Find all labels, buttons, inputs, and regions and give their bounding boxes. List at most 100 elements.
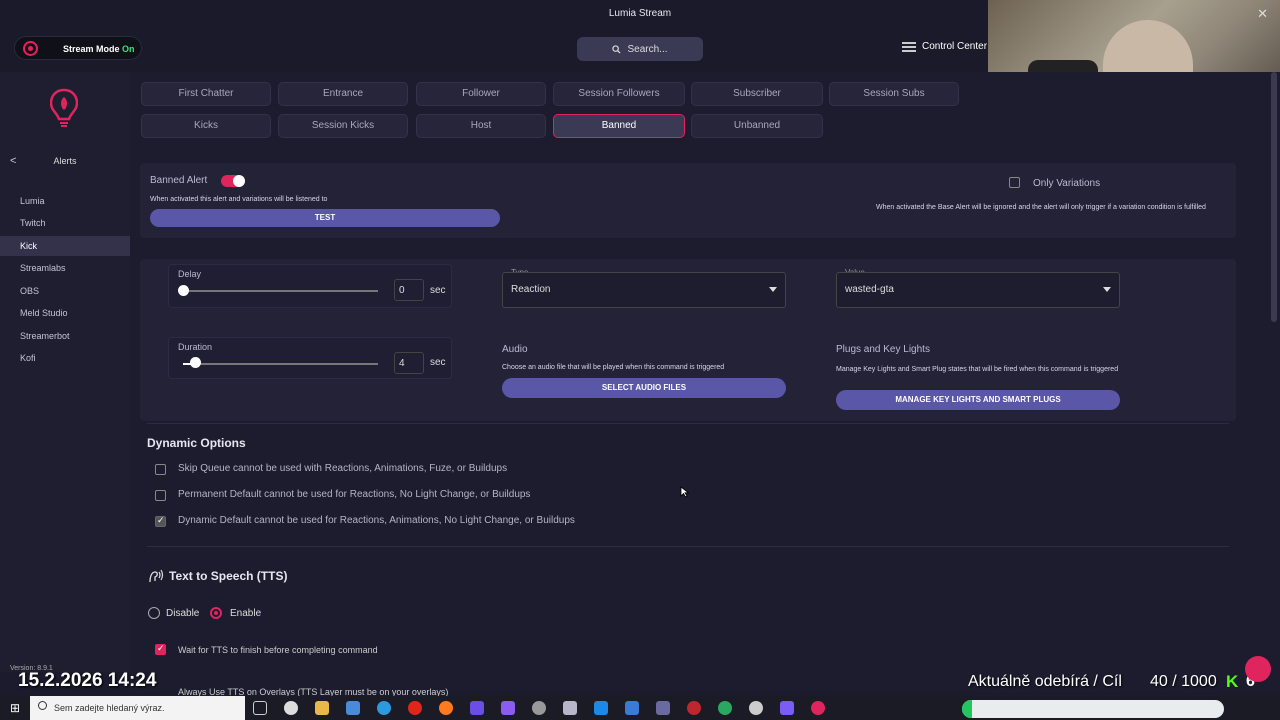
app-icon-4[interactable] <box>532 701 546 715</box>
tab-unbanned[interactable]: Unbanned <box>691 114 823 138</box>
app-icon-7[interactable] <box>625 701 639 715</box>
app-icon-9[interactable] <box>687 701 701 715</box>
tab-subscriber[interactable]: Subscriber <box>691 82 823 106</box>
tts-disable-radio[interactable] <box>148 607 160 619</box>
sidebar-item-streamerbot[interactable]: Streamerbot <box>0 326 130 346</box>
sidebar-title: Alerts <box>53 156 77 166</box>
file-explorer-icon[interactable] <box>315 701 329 715</box>
tts-wait-checkbox[interactable] <box>155 643 166 655</box>
duration-label: Duration <box>178 342 213 352</box>
app-icon-3[interactable] <box>501 701 515 715</box>
mouse-cursor-icon <box>680 486 690 498</box>
manage-key-lights-button[interactable]: MANAGE KEY LIGHTS AND SMART PLUGS <box>836 390 1120 410</box>
task-view-icon[interactable] <box>253 701 267 715</box>
opera-icon[interactable] <box>408 701 422 715</box>
type-select[interactable]: Reaction <box>502 272 786 308</box>
audio-description: Choose an audio file that will be played… <box>502 364 725 371</box>
dynamic-default-checkbox[interactable] <box>155 515 166 527</box>
tab-follower[interactable]: Follower <box>416 82 546 106</box>
chevron-down-icon <box>1103 287 1111 292</box>
app-icon-12[interactable] <box>780 701 794 715</box>
windows-start-icon[interactable]: ⊞ <box>0 696 30 720</box>
tab-session-followers[interactable]: Session Followers <box>553 82 685 106</box>
search-input[interactable]: Search... <box>577 37 703 61</box>
app-icon-11[interactable] <box>749 701 763 715</box>
sidebar-item-lumia[interactable]: Lumia <box>0 191 130 211</box>
kick-icon: K <box>1226 672 1239 691</box>
firefox-icon[interactable] <box>439 701 453 715</box>
speech-icon <box>149 569 164 583</box>
control-center-button[interactable]: Control Center <box>902 41 987 52</box>
delay-input[interactable]: 0 <box>394 279 424 301</box>
tab-kicks[interactable]: Kicks <box>141 114 271 138</box>
chat-bubble-icon[interactable] <box>1245 656 1271 682</box>
stream-mode-label: Stream Mode On <box>63 44 135 54</box>
delay-unit: sec <box>430 285 446 296</box>
sidebar-item-twitch[interactable]: Twitch <box>0 213 130 233</box>
app-icon-1[interactable] <box>284 701 298 715</box>
search-icon <box>38 701 47 710</box>
tab-entrance[interactable]: Entrance <box>278 82 408 106</box>
only-variations-checkbox[interactable] <box>1009 177 1020 188</box>
alert-name-label: Banned Alert <box>150 175 208 186</box>
only-variations-description: When activated the Base Alert will be ig… <box>876 204 1206 211</box>
stream-mode-icon <box>23 41 38 56</box>
sidebar-item-kick[interactable]: Kick <box>0 236 130 256</box>
search-placeholder: Search... <box>627 43 668 55</box>
permanent-default-checkbox[interactable] <box>155 490 166 501</box>
tts-enable-radio[interactable] <box>210 607 222 619</box>
dynamic-options-title: Dynamic Options <box>147 436 246 450</box>
plugs-description: Manage Key Lights and Smart Plug states … <box>836 366 1119 373</box>
divider <box>147 423 1229 424</box>
stream-mode-state: On <box>122 44 135 54</box>
close-icon[interactable]: ✕ <box>1257 6 1268 22</box>
divider <box>147 546 1229 547</box>
tab-banned[interactable]: Banned <box>553 114 685 138</box>
type-value: Reaction <box>511 284 551 295</box>
select-audio-files-button[interactable]: SELECT AUDIO FILES <box>502 378 786 398</box>
app-icon-6[interactable] <box>594 701 608 715</box>
app-icon-10[interactable] <box>718 701 732 715</box>
sidebar-item-streamlabs[interactable]: Streamlabs <box>0 258 130 278</box>
delay-slider-track <box>183 290 378 292</box>
tab-session-subs[interactable]: Session Subs <box>829 82 959 106</box>
test-button[interactable]: TEST <box>150 209 500 227</box>
app-icon-2[interactable] <box>470 701 484 715</box>
only-variations-label: Only Variations <box>1033 178 1101 189</box>
skip-queue-label: Skip Queue cannot be used with Reactions… <box>178 463 508 474</box>
tab-session-kicks[interactable]: Session Kicks <box>278 114 408 138</box>
delay-label: Delay <box>178 269 202 279</box>
delay-slider-thumb[interactable] <box>178 285 189 296</box>
sidebar-item-obs[interactable]: OBS <box>0 281 130 301</box>
tts-wait-label: Wait for TTS to finish before completing… <box>178 645 378 655</box>
tab-first-chatter[interactable]: First Chatter <box>141 82 271 106</box>
tts-title: Text to Speech (TTS) <box>169 569 288 583</box>
tab-host[interactable]: Host <box>416 114 546 138</box>
sidebar-item-kofi[interactable]: Kofi <box>0 348 130 368</box>
lumia-logo <box>50 88 78 127</box>
dynamic-default-label: Dynamic Default cannot be used for React… <box>178 515 575 526</box>
chevron-down-icon <box>769 287 777 292</box>
value-select[interactable]: wasted-gta <box>836 272 1120 308</box>
plugs-label: Plugs and Key Lights <box>836 344 930 355</box>
app-icon-5[interactable] <box>563 701 577 715</box>
stream-mode-toggle[interactable]: Stream Mode On <box>14 36 142 60</box>
control-center-label: Control Center <box>922 41 988 52</box>
subs-progress-bar <box>962 700 1224 718</box>
sidebar-item-meld-studio[interactable]: Meld Studio <box>0 303 130 323</box>
skip-queue-checkbox[interactable] <box>155 464 166 475</box>
alert-enabled-toggle[interactable] <box>221 175 245 187</box>
scrollbar[interactable] <box>1271 72 1277 322</box>
duration-input[interactable]: 4 <box>394 352 424 374</box>
lumia-taskbar-icon[interactable] <box>811 701 825 715</box>
edge-icon[interactable] <box>377 701 391 715</box>
app-icon-8[interactable] <box>656 701 670 715</box>
overlay-subs-count: 40 / 1000 <box>1150 673 1217 690</box>
store-icon[interactable] <box>346 701 360 715</box>
overlay-subs-label: Aktuálně odebírá / Cíl <box>968 673 1122 690</box>
duration-slider-track <box>183 363 378 365</box>
taskbar-search-input[interactable]: Sem zadejte hledaný výraz. <box>30 696 245 720</box>
duration-unit: sec <box>430 357 446 368</box>
sliders-icon <box>902 41 916 52</box>
duration-slider-thumb[interactable] <box>190 357 201 368</box>
